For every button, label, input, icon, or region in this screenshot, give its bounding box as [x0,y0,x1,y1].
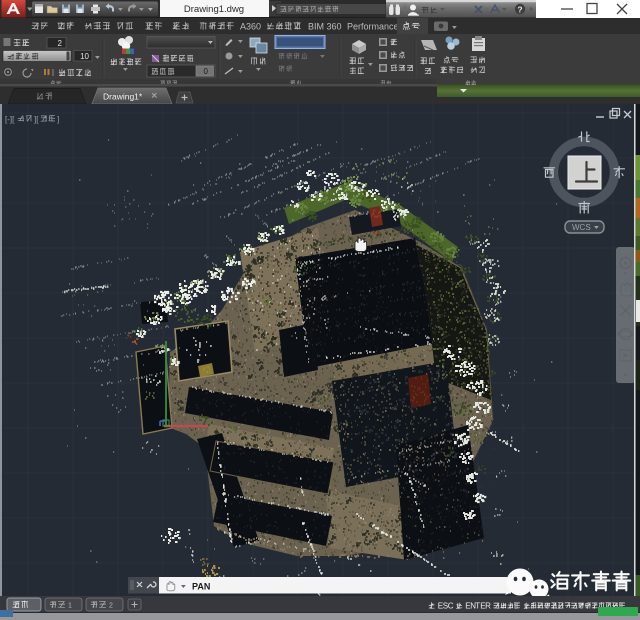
svg-text:?: ? [517,5,522,15]
svg-text:·: · [464,3,467,13]
svg-text:BIM 360: BIM 360 [308,22,342,32]
svg-text:·: · [486,3,489,13]
svg-text:2: 2 [109,603,113,610]
svg-text:Performance: Performance [347,22,399,32]
svg-text:1: 1 [68,603,72,610]
svg-text:C: C [448,601,454,610]
svg-text:Drawing1*: Drawing1* [103,92,143,102]
svg-text:Drawing1.dwg: Drawing1.dwg [184,4,244,15]
svg-text:WCS: WCS [572,223,591,232]
svg-text:0: 0 [204,67,209,76]
svg-text:]: ] [57,115,59,124]
svg-text:10: 10 [80,52,89,61]
svg-text:][: ][ [34,115,39,124]
svg-text:2: 2 [58,39,63,48]
svg-text:A360: A360 [240,22,261,32]
svg-text:PAN: PAN [192,582,210,592]
svg-text:[-][: [-][ [5,115,15,124]
svg-text:R: R [485,601,491,610]
